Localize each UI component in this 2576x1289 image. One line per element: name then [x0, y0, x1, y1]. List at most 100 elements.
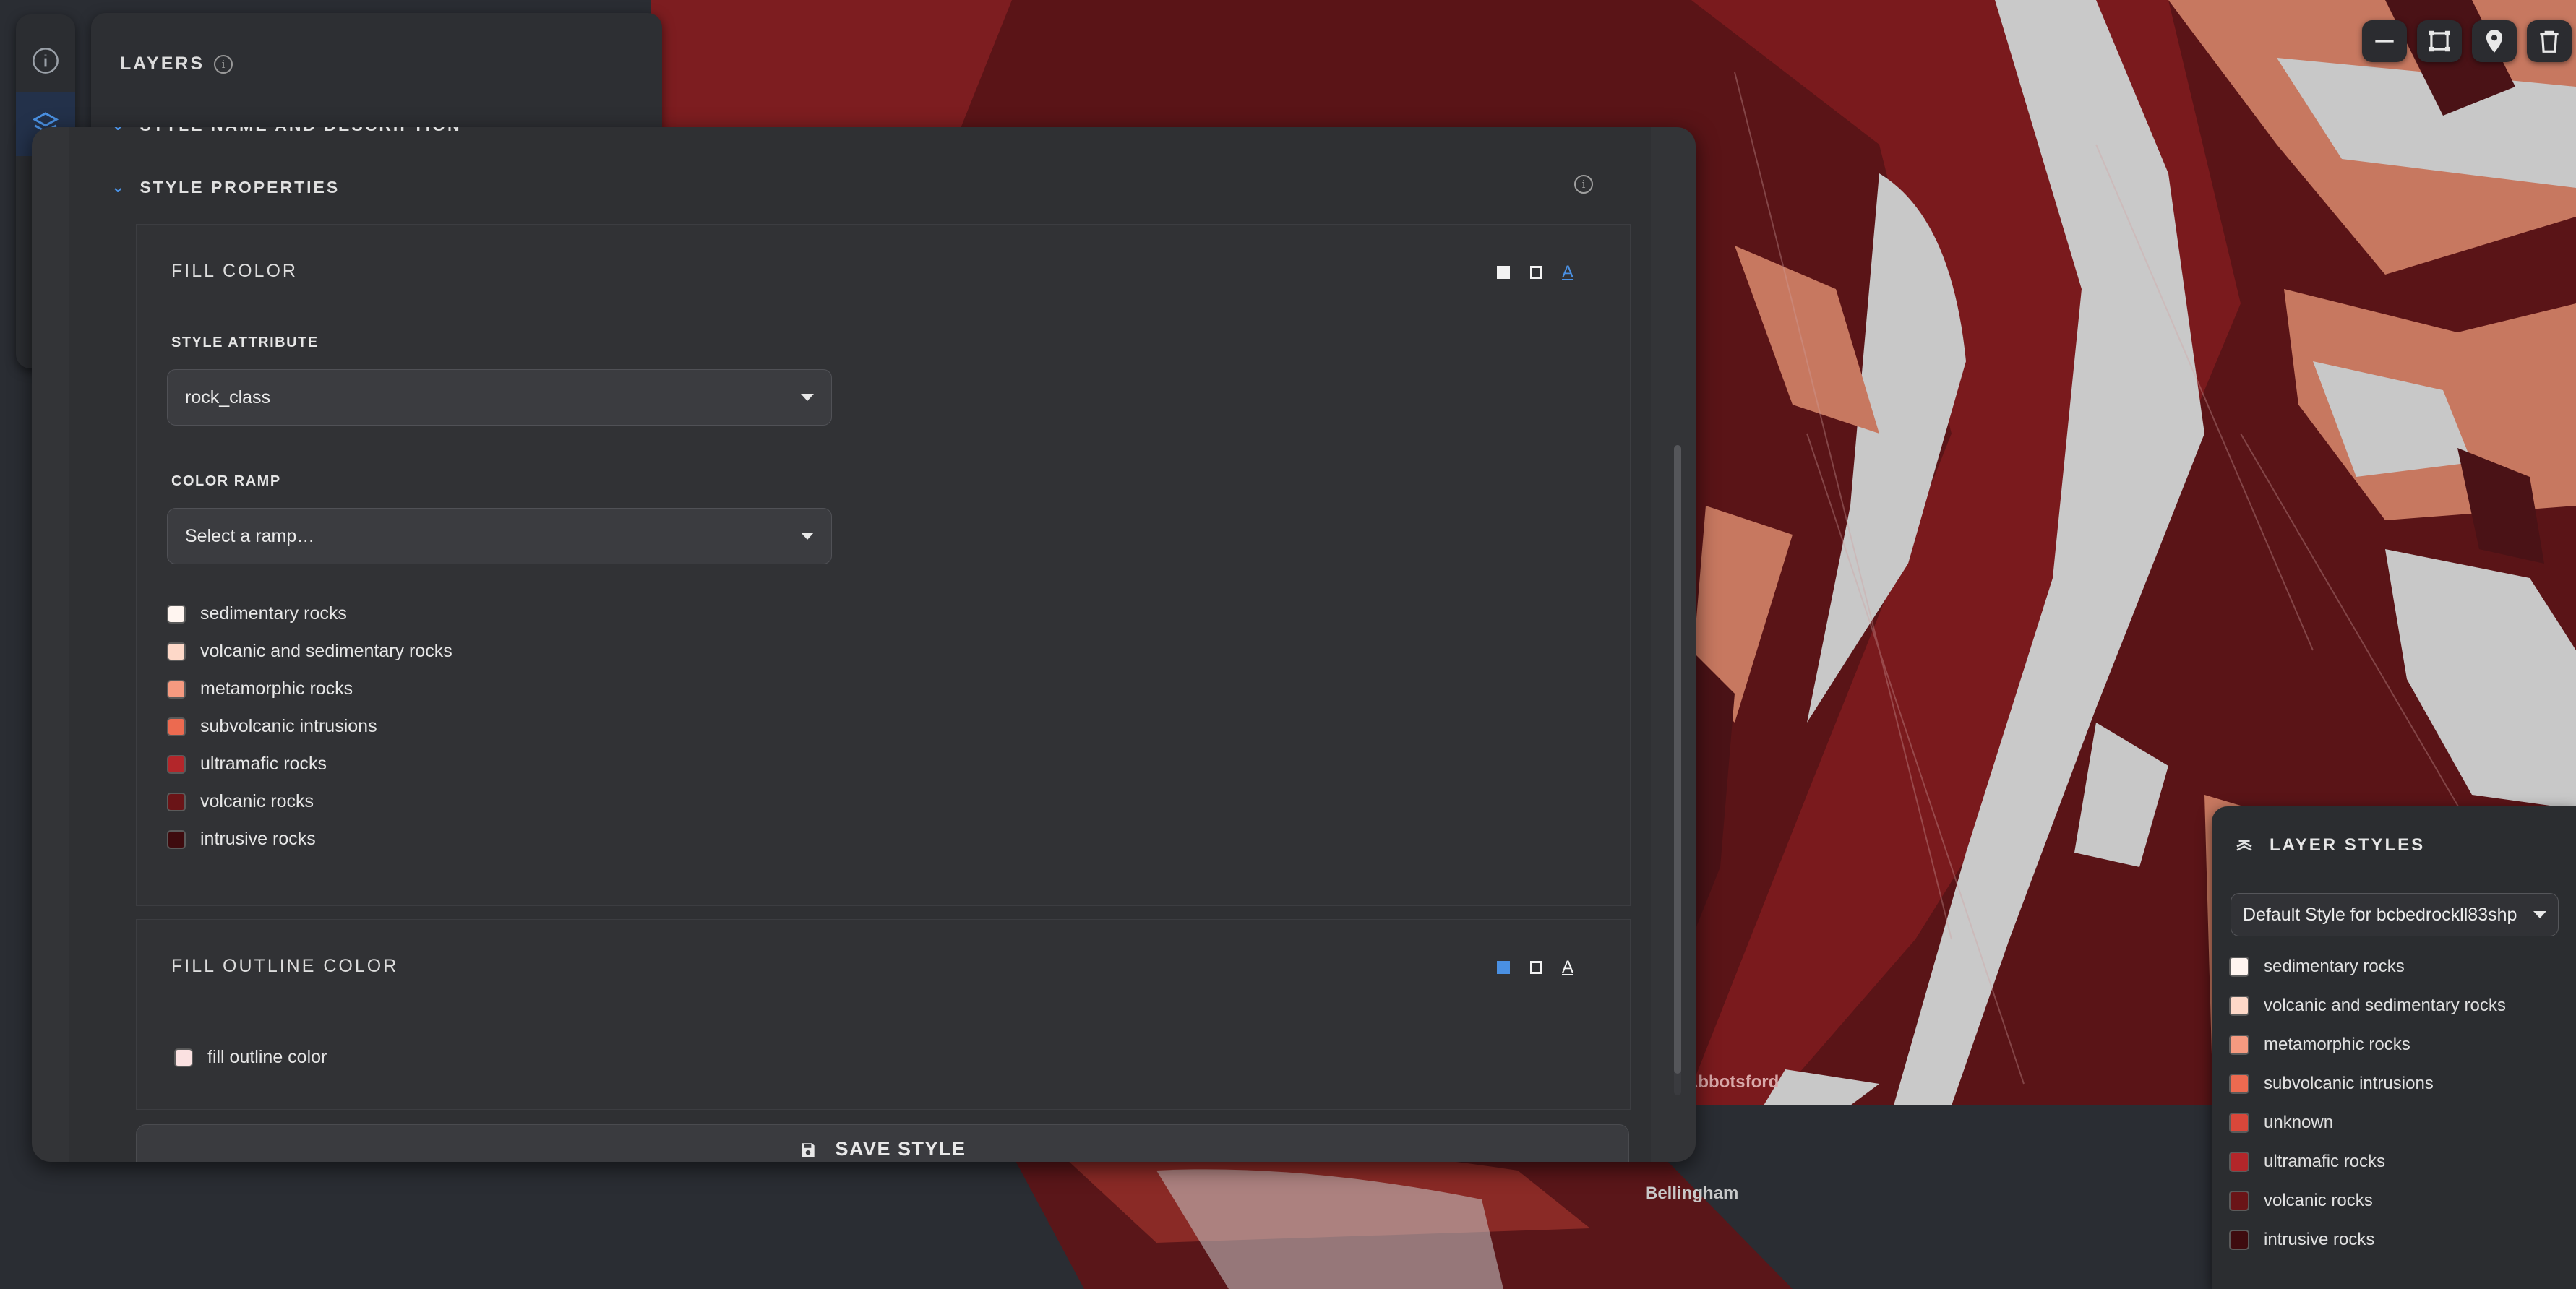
layer-style-legend-item: intrusive rocks	[2229, 1230, 2374, 1250]
legend-label: ultramafic rocks	[200, 754, 327, 774]
color-swatch	[2229, 996, 2249, 1016]
style-attribute-value: rock_class	[185, 387, 271, 408]
legend-label: subvolcanic intrusions	[2264, 1074, 2434, 1093]
text-style-icon[interactable]: A	[1562, 959, 1573, 976]
color-swatch[interactable]	[167, 679, 186, 699]
map-label-abbotsford: Abbotsford	[1686, 1072, 1779, 1092]
color-swatch[interactable]	[167, 717, 186, 736]
text-style-icon[interactable]: A	[1562, 264, 1573, 281]
section-title: STYLE PROPERTIES	[139, 178, 340, 197]
info-icon	[33, 48, 59, 74]
color-swatch[interactable]	[174, 1048, 193, 1067]
legend-item[interactable]: volcanic rocks	[167, 791, 314, 812]
section-title: STYLE NAME AND DESCRIPTION	[139, 127, 461, 135]
draw-polygon-icon	[2429, 30, 2450, 52]
legend-label: ultramafic rocks	[2264, 1152, 2386, 1171]
fill-outline-color-item[interactable]: fill outline color	[174, 1047, 327, 1068]
map-label-bellingham: Bellingham	[1645, 1184, 1739, 1203]
delete-button[interactable]	[2527, 20, 2572, 62]
legend-item[interactable]: ultramafic rocks	[167, 754, 327, 775]
color-swatch[interactable]	[167, 642, 186, 661]
layer-style-legend-item: unknown	[2229, 1113, 2333, 1133]
chevron-down-icon: ⌄	[111, 127, 126, 134]
layer-style-legend-item: metamorphic rocks	[2229, 1035, 2410, 1055]
style-attribute-label: STYLE ATTRIBUTE	[171, 335, 319, 350]
color-swatch	[2229, 1074, 2249, 1094]
legend-label: volcanic and sedimentary rocks	[2264, 996, 2506, 1015]
color-ramp-placeholder: Select a ramp…	[185, 525, 315, 546]
solid-fill-icon[interactable]	[1497, 961, 1510, 974]
layer-styles-panel: LAYER STYLES Default Style for bcbedrock…	[2212, 806, 2576, 1289]
style-attribute-select[interactable]: rock_class	[167, 369, 832, 426]
section-style-name-description[interactable]: ⌄ STYLE NAME AND DESCRIPTION	[111, 127, 462, 135]
color-swatch[interactable]	[167, 754, 186, 774]
legend-label: volcanic and sedimentary rocks	[200, 641, 452, 661]
caret-down-icon	[801, 533, 814, 540]
layer-styles-icon	[2236, 840, 2252, 851]
fill-color-title: FILL COLOR	[171, 261, 298, 281]
scrollbar-thumb[interactable]	[1674, 445, 1681, 1074]
caret-down-icon	[2533, 911, 2546, 918]
layers-title: LAYERS	[120, 53, 205, 74]
map-pin-button[interactable]	[2472, 20, 2517, 62]
draw-polygon-button[interactable]	[2417, 20, 2462, 62]
legend-label: subvolcanic intrusions	[200, 716, 377, 736]
outline-icon[interactable]	[1530, 266, 1542, 279]
outline-icon[interactable]	[1530, 961, 1542, 974]
fill-color-card: FILL COLOR A STYLE ATTRIBUTE rock_class …	[136, 224, 1631, 906]
fill-outline-color-title: FILL OUTLINE COLOR	[171, 956, 399, 976]
save-style-button[interactable]: SAVE STYLE	[136, 1124, 1629, 1162]
fill-outline-color-label: fill outline color	[207, 1047, 327, 1067]
layer-style-select[interactable]: Default Style for bcbedrockll83shp	[2231, 893, 2559, 936]
layer-style-legend-item: volcanic and sedimentary rocks	[2229, 996, 2506, 1016]
solid-fill-icon[interactable]	[1497, 266, 1510, 279]
trash-icon	[2540, 30, 2559, 53]
layer-styles-title: LAYER STYLES	[2270, 835, 2426, 855]
color-ramp-select[interactable]: Select a ramp…	[167, 508, 832, 564]
legend-label: volcanic rocks	[200, 791, 314, 811]
legend-label: sedimentary rocks	[2264, 957, 2405, 976]
fill-outline-color-card: FILL OUTLINE COLOR A fill outline color	[136, 919, 1631, 1110]
legend-item[interactable]: metamorphic rocks	[167, 678, 353, 699]
legend-label: intrusive rocks	[2264, 1230, 2375, 1249]
legend-label: metamorphic rocks	[200, 678, 353, 699]
color-swatch	[2229, 957, 2249, 977]
map-toolbar	[2362, 20, 2576, 62]
info-icon[interactable]: i	[1574, 175, 1593, 194]
color-swatch	[2229, 1035, 2249, 1055]
color-swatch[interactable]	[167, 792, 186, 811]
legend-label: unknown	[2264, 1113, 2334, 1132]
save-style-label: SAVE STYLE	[835, 1138, 966, 1160]
info-icon[interactable]: i	[214, 55, 233, 74]
layer-style-legend-item: subvolcanic intrusions	[2229, 1074, 2434, 1094]
legend-item[interactable]: sedimentary rocks	[167, 603, 347, 624]
color-swatch[interactable]	[167, 829, 186, 849]
outline-mode-toggle: A	[1497, 959, 1573, 976]
minimize-icon	[2375, 40, 2394, 43]
color-swatch	[2229, 1113, 2249, 1133]
section-style-properties[interactable]: ⌄ STYLE PROPERTIES	[111, 178, 340, 197]
minimize-button[interactable]	[2362, 20, 2407, 62]
map-pin-icon	[2486, 30, 2503, 53]
color-ramp-label: COLOR RAMP	[171, 473, 281, 489]
style-editor-panel: ⌄ STYLE NAME AND DESCRIPTION ⌄ STYLE PRO…	[32, 127, 1696, 1162]
legend-label: sedimentary rocks	[200, 603, 347, 624]
legend-label: metamorphic rocks	[2264, 1035, 2410, 1054]
layer-style-legend-item: volcanic rocks	[2229, 1191, 2373, 1211]
chevron-down-icon: ⌄	[111, 178, 127, 197]
legend-item[interactable]: volcanic and sedimentary rocks	[167, 641, 452, 662]
sidebar-item-info[interactable]	[16, 29, 75, 92]
selected-style: Default Style for bcbedrockll83shp	[2243, 904, 2517, 925]
save-icon	[802, 1143, 815, 1157]
caret-down-icon	[801, 394, 814, 401]
layer-style-legend-item: sedimentary rocks	[2229, 957, 2405, 977]
color-swatch	[2229, 1191, 2249, 1211]
legend-item[interactable]: subvolcanic intrusions	[167, 716, 377, 737]
legend-label: intrusive rocks	[200, 829, 316, 849]
legend-label: volcanic rocks	[2264, 1191, 2373, 1210]
fill-mode-toggle: A	[1497, 264, 1573, 281]
color-swatch	[2229, 1230, 2249, 1250]
legend-item[interactable]: intrusive rocks	[167, 829, 316, 850]
color-swatch	[2229, 1152, 2249, 1172]
color-swatch[interactable]	[167, 604, 186, 624]
